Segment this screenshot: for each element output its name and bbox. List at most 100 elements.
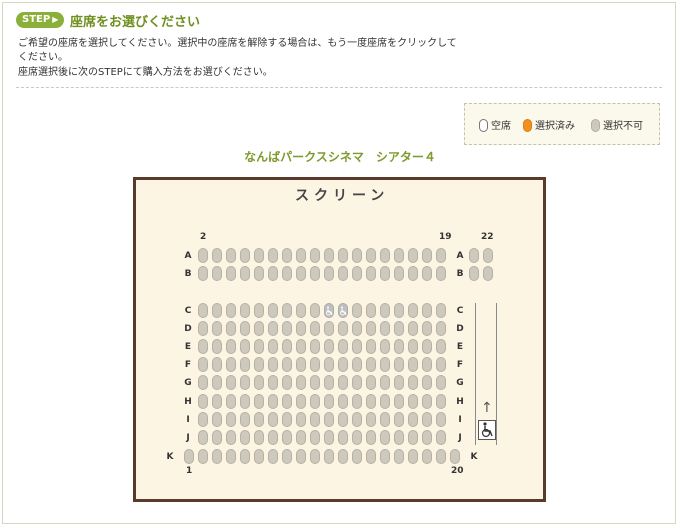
seat-c-7[interactable] <box>282 303 292 318</box>
seat-b-1[interactable] <box>198 266 208 281</box>
seat-k-17[interactable] <box>408 449 418 464</box>
seat-k-5[interactable] <box>240 449 250 464</box>
seat-h-12[interactable] <box>352 393 362 409</box>
seat-d-13[interactable] <box>366 321 376 337</box>
seat-k-9[interactable] <box>296 449 306 464</box>
seat-a-14[interactable] <box>380 248 390 263</box>
seat-a-22[interactable] <box>483 248 493 263</box>
seat-g-3[interactable] <box>226 375 236 391</box>
seat-g-18[interactable] <box>436 375 446 391</box>
seat-e-7[interactable] <box>282 339 292 355</box>
seat-i-16[interactable] <box>408 411 418 427</box>
seat-c-2[interactable] <box>212 303 222 318</box>
seat-f-8[interactable] <box>296 357 306 373</box>
seat-h-4[interactable] <box>240 393 250 409</box>
seat-i-9[interactable] <box>310 411 320 427</box>
seat-i-18[interactable] <box>436 411 446 427</box>
seat-g-13[interactable] <box>366 375 376 391</box>
seat-k-16[interactable] <box>394 449 404 464</box>
seat-c-10[interactable] <box>324 303 334 318</box>
seat-k-4[interactable] <box>226 449 236 464</box>
seat-a-8[interactable] <box>296 248 306 263</box>
seat-e-2[interactable] <box>212 339 222 355</box>
seat-i-1[interactable] <box>198 411 208 427</box>
seat-j-18[interactable] <box>436 429 446 445</box>
seat-e-9[interactable] <box>310 339 320 355</box>
seat-b-2[interactable] <box>212 266 222 281</box>
seat-h-3[interactable] <box>226 393 236 409</box>
seat-j-2[interactable] <box>212 429 222 445</box>
seat-d-17[interactable] <box>422 321 432 337</box>
seat-f-9[interactable] <box>310 357 320 373</box>
seat-f-10[interactable] <box>324 357 334 373</box>
seat-i-10[interactable] <box>324 411 334 427</box>
seat-j-10[interactable] <box>324 429 334 445</box>
seat-a-10[interactable] <box>324 248 334 263</box>
seat-g-9[interactable] <box>310 375 320 391</box>
seat-a-13[interactable] <box>366 248 376 263</box>
seat-e-18[interactable] <box>436 339 446 355</box>
seat-k-20[interactable] <box>450 449 460 464</box>
seat-j-6[interactable] <box>268 429 278 445</box>
seat-a-2[interactable] <box>212 248 222 263</box>
seat-k-6[interactable] <box>254 449 264 464</box>
seat-j-11[interactable] <box>338 429 348 445</box>
seat-i-13[interactable] <box>366 411 376 427</box>
seat-c-17[interactable] <box>422 303 432 318</box>
seat-i-15[interactable] <box>394 411 404 427</box>
seat-c-14[interactable] <box>380 303 390 318</box>
seat-f-7[interactable] <box>282 357 292 373</box>
seat-i-17[interactable] <box>422 411 432 427</box>
seat-k-11[interactable] <box>324 449 334 464</box>
seat-c-16[interactable] <box>408 303 418 318</box>
seat-g-14[interactable] <box>380 375 390 391</box>
seat-i-5[interactable] <box>254 411 264 427</box>
seat-j-5[interactable] <box>254 429 264 445</box>
seat-i-8[interactable] <box>296 411 306 427</box>
seat-j-8[interactable] <box>296 429 306 445</box>
seat-c-9[interactable] <box>310 303 320 318</box>
seat-e-14[interactable] <box>380 339 390 355</box>
seat-c-15[interactable] <box>394 303 404 318</box>
seat-b-21[interactable] <box>469 266 479 281</box>
seat-a-12[interactable] <box>352 248 362 263</box>
seat-h-15[interactable] <box>394 393 404 409</box>
seat-b-8[interactable] <box>296 266 306 281</box>
seat-e-8[interactable] <box>296 339 306 355</box>
seat-b-15[interactable] <box>394 266 404 281</box>
seat-h-1[interactable] <box>198 393 208 409</box>
seat-j-14[interactable] <box>380 429 390 445</box>
seat-f-14[interactable] <box>380 357 390 373</box>
seat-h-8[interactable] <box>296 393 306 409</box>
seat-a-5[interactable] <box>254 248 264 263</box>
seat-i-4[interactable] <box>240 411 250 427</box>
seat-k-8[interactable] <box>282 449 292 464</box>
seat-k-15[interactable] <box>380 449 390 464</box>
seat-a-11[interactable] <box>338 248 348 263</box>
seat-b-14[interactable] <box>380 266 390 281</box>
seat-f-5[interactable] <box>254 357 264 373</box>
seat-k-7[interactable] <box>268 449 278 464</box>
seat-c-1[interactable] <box>198 303 208 318</box>
seat-e-1[interactable] <box>198 339 208 355</box>
seat-f-18[interactable] <box>436 357 446 373</box>
seat-b-16[interactable] <box>408 266 418 281</box>
seat-f-3[interactable] <box>226 357 236 373</box>
seat-d-10[interactable] <box>324 321 334 337</box>
seat-j-13[interactable] <box>366 429 376 445</box>
seat-j-9[interactable] <box>310 429 320 445</box>
seat-h-11[interactable] <box>338 393 348 409</box>
seat-f-13[interactable] <box>366 357 376 373</box>
seat-j-12[interactable] <box>352 429 362 445</box>
seat-e-11[interactable] <box>338 339 348 355</box>
seat-f-1[interactable] <box>198 357 208 373</box>
seat-f-11[interactable] <box>338 357 348 373</box>
seat-i-6[interactable] <box>268 411 278 427</box>
seat-i-11[interactable] <box>338 411 348 427</box>
seat-h-13[interactable] <box>366 393 376 409</box>
seat-d-3[interactable] <box>226 321 236 337</box>
seat-j-3[interactable] <box>226 429 236 445</box>
seat-b-18[interactable] <box>436 266 446 281</box>
seat-k-14[interactable] <box>366 449 376 464</box>
seat-c-6[interactable] <box>268 303 278 318</box>
